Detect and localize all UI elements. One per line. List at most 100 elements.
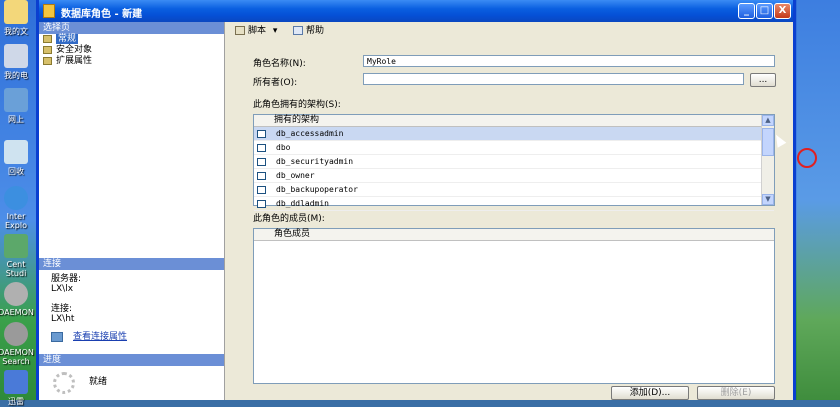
desktop-icon[interactable]: 网上 [0, 88, 36, 125]
desktop-right-area [797, 0, 840, 400]
members-grid: 角色成员 [253, 228, 775, 384]
nav-item-label: 常规 [56, 34, 79, 44]
connection-value: LX\ht [51, 314, 75, 324]
desktop-icon-label: Cent Studi [5, 260, 27, 278]
schema-checkbox[interactable] [257, 186, 266, 194]
connection-label: 连接: [51, 304, 73, 314]
desktop-icon-label: 我的文 [4, 27, 28, 36]
script-label: 脚本 [248, 26, 267, 36]
desktop-icon[interactable]: DAEMON Search [0, 322, 36, 366]
help-button[interactable]: 帮助 [293, 25, 324, 37]
desktop-icon-label: DAEMON Search [0, 348, 34, 366]
server-label: 服务器: [51, 274, 82, 284]
progress-spinner-icon [53, 372, 75, 394]
recycle-bin-icon [4, 140, 28, 164]
desktop-icon[interactable]: 我的电 [0, 44, 36, 81]
table-row[interactable]: db_securityadmin [254, 155, 774, 169]
browse-owner-button[interactable]: ... [750, 73, 776, 87]
remove-member-button[interactable]: 删除(E) [697, 386, 775, 400]
members-grid-header: 角色成员 [254, 229, 774, 241]
desktop-icon-label: 回收 [8, 167, 24, 176]
progress-status: 就绪 [89, 377, 108, 387]
schemas-grid: 拥有的架构 db_accessadmin dbo db_securityadmi… [253, 114, 775, 211]
nav-item-label: 扩展属性 [56, 56, 93, 66]
desktop-icon-label: 迅雷 [8, 397, 24, 406]
select-page-header: 选择页 [39, 22, 224, 34]
schema-checkbox[interactable] [257, 158, 266, 166]
progress-header: 进度 [39, 354, 224, 366]
scroll-thumb[interactable] [762, 128, 774, 156]
table-row[interactable]: dbo [254, 141, 774, 155]
desktop-icon[interactable]: 迅雷 [0, 370, 36, 407]
schemas-grid-header: 拥有的架构 [254, 115, 774, 127]
page-icon [43, 56, 52, 65]
database-role-window: 数据库角色 - 新建 _ □ X 选择页 常规 安全对象 扩展属性 连接 服务器… [36, 0, 817, 400]
script-icon [235, 26, 245, 35]
nav-item-label: 安全对象 [56, 45, 93, 55]
page-icon [43, 45, 52, 54]
owner-label: 所有者(O): [253, 78, 298, 88]
table-row[interactable]: db_owner [254, 169, 774, 183]
connection-header: 连接 [39, 258, 224, 270]
desktop-icon[interactable]: 我的文 [0, 0, 36, 37]
scroll-up-icon[interactable]: ▲ [762, 115, 774, 126]
schema-name: db_backupoperator [276, 185, 358, 194]
properties-icon [51, 332, 63, 342]
desktop-icon[interactable]: DAEMON [0, 282, 36, 317]
close-button[interactable]: X [774, 3, 791, 19]
schema-checkbox[interactable] [257, 200, 266, 208]
toolbar: 脚本 ▾ 帮助 [229, 22, 793, 40]
owner-input[interactable] [363, 73, 744, 85]
desktop-icon-label: DAEMON [0, 308, 34, 317]
desktop-icon[interactable]: Cent Studi [0, 234, 36, 278]
connection-section: 连接 服务器: LX\lx 连接: LX\ht 查看连接属性 [39, 258, 224, 342]
schemas-scrollbar[interactable]: ▲ ▼ [761, 115, 774, 205]
role-name-label: 角色名称(N): [253, 59, 306, 69]
maximize-button[interactable]: □ [756, 3, 773, 19]
table-row[interactable]: db_accessadmin [254, 127, 774, 141]
scroll-down-icon[interactable]: ▼ [762, 194, 774, 205]
documents-icon [4, 0, 28, 24]
schema-checkbox[interactable] [257, 130, 266, 138]
schema-name: db_accessadmin [276, 129, 344, 138]
role-name-input[interactable]: MyRole [363, 55, 775, 67]
window-titlebar[interactable]: 数据库角色 - 新建 _ □ X [39, 0, 793, 22]
schema-name: dbo [276, 143, 291, 152]
desktop-icon-label: Inter Explo [5, 212, 27, 230]
network-icon [4, 88, 28, 112]
nav-item-securables[interactable]: 安全对象 [39, 45, 224, 56]
schemas-label: 此角色拥有的架构(S): [253, 100, 341, 110]
thunder-icon [4, 370, 28, 394]
desktop-icon-label: 我的电 [4, 71, 28, 80]
schema-name: db_owner [276, 171, 315, 180]
page-icon [43, 34, 52, 43]
right-pane: 脚本 ▾ 帮助 角色名称(N): MyRole 所有者(O): ... 此角色拥… [229, 22, 817, 400]
view-connection-properties-link[interactable]: 查看连接属性 [73, 332, 127, 342]
chevron-down-icon: ▾ [272, 26, 278, 36]
window-title: 数据库角色 - 新建 [61, 9, 143, 20]
computer-icon [4, 44, 28, 68]
desktop-icon[interactable]: 回收 [0, 140, 36, 177]
minimize-button[interactable]: _ [738, 3, 755, 19]
annotation-circle [797, 148, 817, 168]
desktop-icon[interactable]: Inter Explo [0, 186, 36, 230]
daemon-search-icon [4, 322, 28, 346]
progress-section: 进度 就绪 [39, 354, 224, 394]
table-row[interactable]: db_ddladmin [254, 197, 774, 211]
schema-name: db_ddladmin [276, 199, 329, 208]
studio-icon [4, 234, 28, 258]
script-button[interactable]: 脚本 ▾ [235, 25, 277, 37]
schema-name: db_securityadmin [276, 157, 354, 166]
help-icon [293, 26, 303, 35]
daemon-icon [4, 282, 28, 306]
nav-item-general[interactable]: 常规 [39, 34, 224, 45]
members-label: 此角色的成员(M): [253, 214, 325, 224]
nav-item-extended-properties[interactable]: 扩展属性 [39, 56, 224, 67]
server-value: LX\lx [51, 284, 74, 294]
help-label: 帮助 [306, 26, 325, 36]
add-member-button[interactable]: 添加(D)... [611, 386, 689, 400]
schema-checkbox[interactable] [257, 144, 266, 152]
table-row[interactable]: db_backupoperator [254, 183, 774, 197]
internet-explorer-icon [4, 186, 28, 210]
schema-checkbox[interactable] [257, 172, 266, 180]
